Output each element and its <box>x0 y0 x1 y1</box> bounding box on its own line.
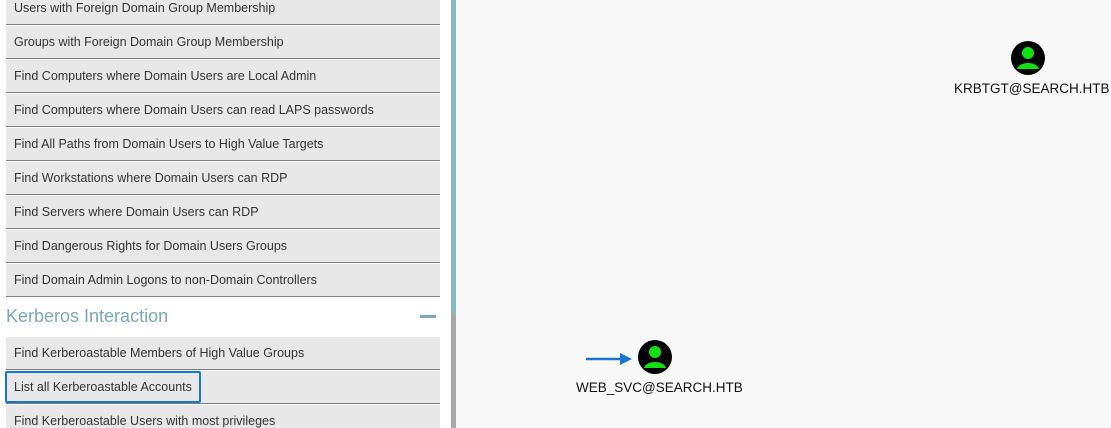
query-sidebar: Users with Foreign Domain Group Membersh… <box>0 0 440 428</box>
scroll-gutter <box>440 0 451 428</box>
query-label: Find Servers where Domain Users can RDP <box>14 205 259 219</box>
query-label: Users with Foreign Domain Group Membersh… <box>14 1 276 15</box>
minus-icon[interactable] <box>420 315 436 318</box>
node-label-web-svc: WEB_SVC@SEARCH.HTB <box>576 380 743 395</box>
query-kerberoastable-high-value[interactable]: Find Kerberoastable Members of High Valu… <box>6 337 440 370</box>
query-dangerous-rights[interactable]: Find Dangerous Rights for Domain Users G… <box>6 230 440 263</box>
query-label: Find All Paths from Domain Users to High… <box>14 137 324 151</box>
query-kerberoastable-most-privileges[interactable]: Find Kerberoastable Users with most priv… <box>6 405 440 428</box>
query-workstations-rdp[interactable]: Find Workstations where Domain Users can… <box>6 162 440 195</box>
user-icon <box>638 340 672 374</box>
query-label: Find Domain Admin Logons to non-Domain C… <box>14 273 317 287</box>
query-computers-domain-users-local-admin[interactable]: Find Computers where Domain Users are Lo… <box>6 60 440 93</box>
query-label: Find Computers where Domain Users can re… <box>14 103 374 117</box>
node-label-krbtgt: KRBTGT@SEARCH.HTB <box>954 81 1110 96</box>
kerberos-section-header[interactable]: Kerberos Interaction <box>6 297 440 337</box>
query-label: Find Kerberoastable Members of High Valu… <box>14 346 305 360</box>
query-label: Find Workstations where Domain Users can… <box>14 171 288 185</box>
query-servers-rdp[interactable]: Find Servers where Domain Users can RDP <box>6 196 440 229</box>
query-computers-laps[interactable]: Find Computers where Domain Users can re… <box>6 94 440 127</box>
query-label: Find Computers where Domain Users are Lo… <box>14 69 317 83</box>
query-label: Find Dangerous Rights for Domain Users G… <box>14 239 288 253</box>
query-label: Groups with Foreign Domain Group Members… <box>14 35 284 49</box>
selected-query-label: List all Kerberoastable Accounts <box>5 371 201 403</box>
graph-canvas[interactable]: KRBTGT@SEARCH.HTB WEB_SVC@SEARCH.HTB <box>456 0 1111 428</box>
arrow-right-icon <box>586 353 632 365</box>
query-label: Find Kerberoastable Users with most priv… <box>14 414 276 428</box>
query-da-logons-non-dc[interactable]: Find Domain Admin Logons to non-Domain C… <box>6 264 440 297</box>
user-icon <box>1011 41 1045 75</box>
query-list-kerberoastable[interactable]: List all Kerberoastable Accounts <box>5 371 440 404</box>
query-groups-foreign-domain-group[interactable]: Groups with Foreign Domain Group Members… <box>6 26 440 59</box>
query-paths-to-high-value[interactable]: Find All Paths from Domain Users to High… <box>6 128 440 161</box>
query-users-foreign-domain-group[interactable]: Users with Foreign Domain Group Membersh… <box>6 0 440 25</box>
section-title: Kerberos Interaction <box>6 306 169 326</box>
